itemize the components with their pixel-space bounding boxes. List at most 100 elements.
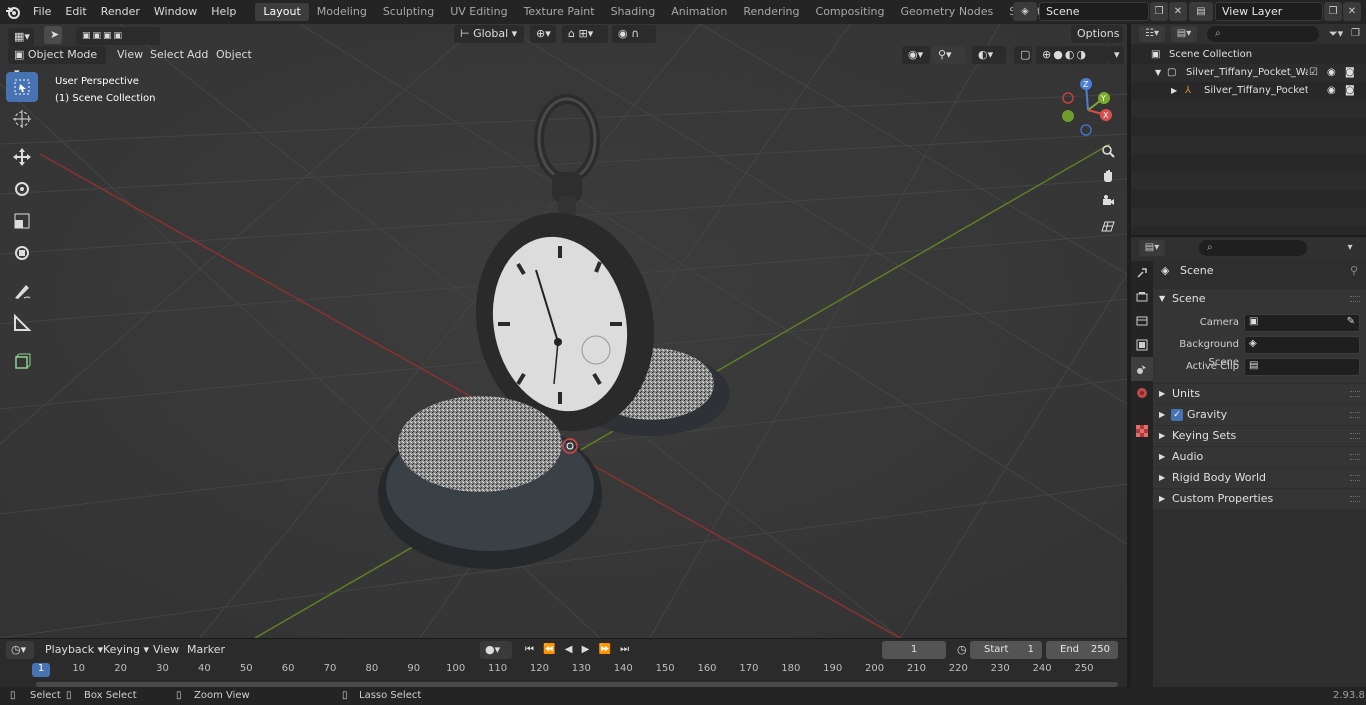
menu-file[interactable]: File (26, 0, 58, 24)
tab-uv-editing[interactable]: UV Editing (442, 3, 515, 21)
outliner-row-scene-collection[interactable]: ▣ Scene Collection (1131, 46, 1366, 64)
eye-icon[interactable]: ◉ (1327, 82, 1336, 100)
snap-icon[interactable]: ⌂ ⊞▾ (562, 25, 608, 43)
display-mode-icon[interactable]: ▤▾ (1171, 26, 1197, 42)
timeline-editor-type-icon[interactable]: ◷▾ (6, 641, 34, 659)
eyedropper-icon[interactable]: ✎ (1347, 316, 1355, 327)
end-frame-field[interactable]: End 250 (1046, 641, 1118, 659)
annotate-tool-icon[interactable] (6, 276, 38, 306)
pivot-icon[interactable]: ⊕▾ (530, 25, 556, 43)
tab-modeling[interactable]: Modeling (309, 3, 375, 21)
playback-controls[interactable]: ⏮ ⏪ ◀ ▶ ⏩ ⏭ (520, 641, 637, 659)
drag-grip-icon[interactable] (1350, 475, 1360, 481)
use-preview-range-icon[interactable]: ◷ (952, 641, 972, 659)
gravity-checkbox[interactable]: ✓ (1171, 409, 1183, 421)
menu-window[interactable]: Window (147, 0, 204, 24)
camera-render-icon[interactable]: ◙ (1345, 64, 1355, 82)
menu-edit[interactable]: Edit (58, 0, 93, 24)
view-layer-tab-icon[interactable] (1131, 333, 1153, 357)
scale-tool-icon[interactable] (6, 206, 38, 236)
drag-grip-icon[interactable] (1350, 296, 1360, 302)
rotate-tool-icon[interactable] (6, 174, 38, 204)
marker-menu[interactable]: Marker (182, 641, 230, 659)
scene-name-field[interactable]: Scene (1039, 2, 1149, 21)
camera-field[interactable]: ▣ ✎ (1244, 314, 1360, 332)
remove-scene-icon[interactable]: ✕ (1169, 2, 1187, 21)
blender-logo-icon[interactable] (0, 0, 26, 24)
background-scene-field[interactable]: ◈ (1244, 336, 1360, 354)
start-frame-field[interactable]: Start 1 (970, 641, 1042, 659)
navigation-gizmo[interactable]: Z Y X (1058, 76, 1118, 140)
collapse-arrow-icon[interactable]: ▼ (1155, 64, 1161, 82)
keying-menu[interactable]: Keying ▾ (98, 641, 154, 659)
tool-tab-icon[interactable] (1131, 261, 1153, 285)
tab-geometry-nodes[interactable]: Geometry Nodes (892, 3, 1001, 21)
measure-tool-icon[interactable] (6, 308, 38, 338)
menu-add[interactable]: Add (187, 46, 208, 64)
properties-editor-type-icon[interactable]: ▤▾ (1139, 240, 1165, 256)
exclude-checkbox-icon[interactable]: ☑ (1309, 64, 1318, 82)
outliner-editor-type-icon[interactable]: ☷▾ (1139, 26, 1165, 42)
tab-compositing[interactable]: Compositing (808, 3, 893, 21)
properties-options-icon[interactable]: ▾ (1341, 240, 1359, 256)
select-box-tool-icon[interactable] (6, 72, 38, 102)
frame-ruler[interactable]: 1 10 20 30 40 50 60 70 80 90 100 110 120 130 140 150 160… (0, 663, 1127, 681)
filter-icon[interactable]: ⏷▾ (1323, 26, 1349, 42)
panel-custom-properties-header[interactable]: ▶ Custom Properties (1153, 489, 1366, 509)
panel-keying-sets-header[interactable]: ▶ Keying Sets (1153, 426, 1366, 446)
eye-icon[interactable]: ◉ (1327, 64, 1336, 82)
panel-units-header[interactable]: ▶ Units (1153, 384, 1366, 404)
options-dropdown[interactable]: Options ▾ (1071, 25, 1123, 58)
proportional-edit-icon[interactable]: ◉ ∩ (612, 25, 656, 43)
move-tool-icon[interactable] (6, 142, 38, 172)
gizmo-toggle-icon[interactable]: ⚲▾ (932, 46, 966, 64)
editor-type-icon[interactable]: ▦▾ (8, 28, 34, 46)
overlays-icon[interactable]: ◐▾ (972, 46, 1006, 64)
outliner-row-object[interactable]: ▶ ⅄ Silver_Tiffany_Pocket_Wa ◉ ◙ (1131, 82, 1366, 100)
scene-selector-icon[interactable]: ◈ (1013, 2, 1037, 21)
new-scene-icon[interactable]: ❐ (1150, 2, 1168, 21)
camera-render-icon[interactable]: ◙ (1345, 82, 1355, 100)
add-cube-tool-icon[interactable] (6, 346, 38, 376)
pan-hand-icon[interactable] (1097, 165, 1119, 187)
mode-dropdown[interactable]: ▣ Object Mode ▾ (8, 46, 106, 79)
current-frame-field[interactable]: 1 (882, 641, 946, 659)
view-layer-name-field[interactable]: View Layer (1215, 2, 1323, 21)
panel-gravity-header[interactable]: ▶ ✓ Gravity (1153, 405, 1366, 425)
tab-rendering[interactable]: Rendering (735, 3, 807, 21)
menu-help[interactable]: Help (204, 0, 243, 24)
pin-icon[interactable]: ⚲ (1350, 261, 1358, 281)
outliner-row-collection[interactable]: ▼ ▢ Silver_Tiffany_Pocket_Watch_ ☑ ◉ ◙ (1131, 64, 1366, 82)
menu-select[interactable]: Select (150, 46, 184, 64)
camera-view-icon[interactable] (1097, 190, 1119, 212)
scene-tab-icon[interactable] (1131, 357, 1153, 381)
drag-grip-icon[interactable] (1350, 433, 1360, 439)
selection-mode-icons[interactable]: ▣▣▣▣ (76, 27, 160, 45)
panel-audio-header[interactable]: ▶ Audio (1153, 447, 1366, 467)
timeline-view-menu[interactable]: View (148, 641, 184, 659)
panel-scene-header[interactable]: ▼ Scene (1153, 289, 1366, 309)
zoom-icon[interactable] (1097, 140, 1119, 162)
render-tab-icon[interactable] (1131, 285, 1153, 309)
3d-viewport[interactable]: ▦▾ ➤ ▣▣▣▣ ⊢ Global ▾ ⊕▾ ⌂ ⊞▾ ◉ ∩ Options… (0, 24, 1127, 638)
transform-tool-icon[interactable] (6, 238, 38, 268)
xray-icon[interactable]: ▢ (1014, 46, 1032, 64)
drag-grip-icon[interactable] (1350, 391, 1360, 397)
new-view-layer-icon[interactable]: ❐ (1324, 2, 1342, 21)
panel-rigid-body-world-header[interactable]: ▶ Rigid Body World (1153, 468, 1366, 488)
tab-layout[interactable]: Layout (255, 3, 309, 21)
tab-animation[interactable]: Animation (663, 3, 735, 21)
expand-arrow-icon[interactable]: ▶ (1171, 82, 1177, 100)
tab-texture-paint[interactable]: Texture Paint (516, 3, 603, 21)
active-clip-field[interactable]: ▤ (1244, 358, 1360, 376)
outliner-search-input[interactable]: ⌕ (1207, 26, 1319, 42)
ortho-grid-icon[interactable] (1097, 215, 1119, 237)
menu-object[interactable]: Object (216, 46, 252, 64)
drag-grip-icon[interactable] (1350, 412, 1360, 418)
drag-grip-icon[interactable] (1350, 454, 1360, 460)
new-collection-icon[interactable]: ❐ (1351, 26, 1365, 42)
menu-render[interactable]: Render (94, 0, 147, 24)
view-layer-selector-icon[interactable]: ▤ (1189, 2, 1213, 21)
texture-tab-icon[interactable] (1131, 419, 1153, 443)
select-tool-icon[interactable]: ➤ (44, 26, 62, 44)
